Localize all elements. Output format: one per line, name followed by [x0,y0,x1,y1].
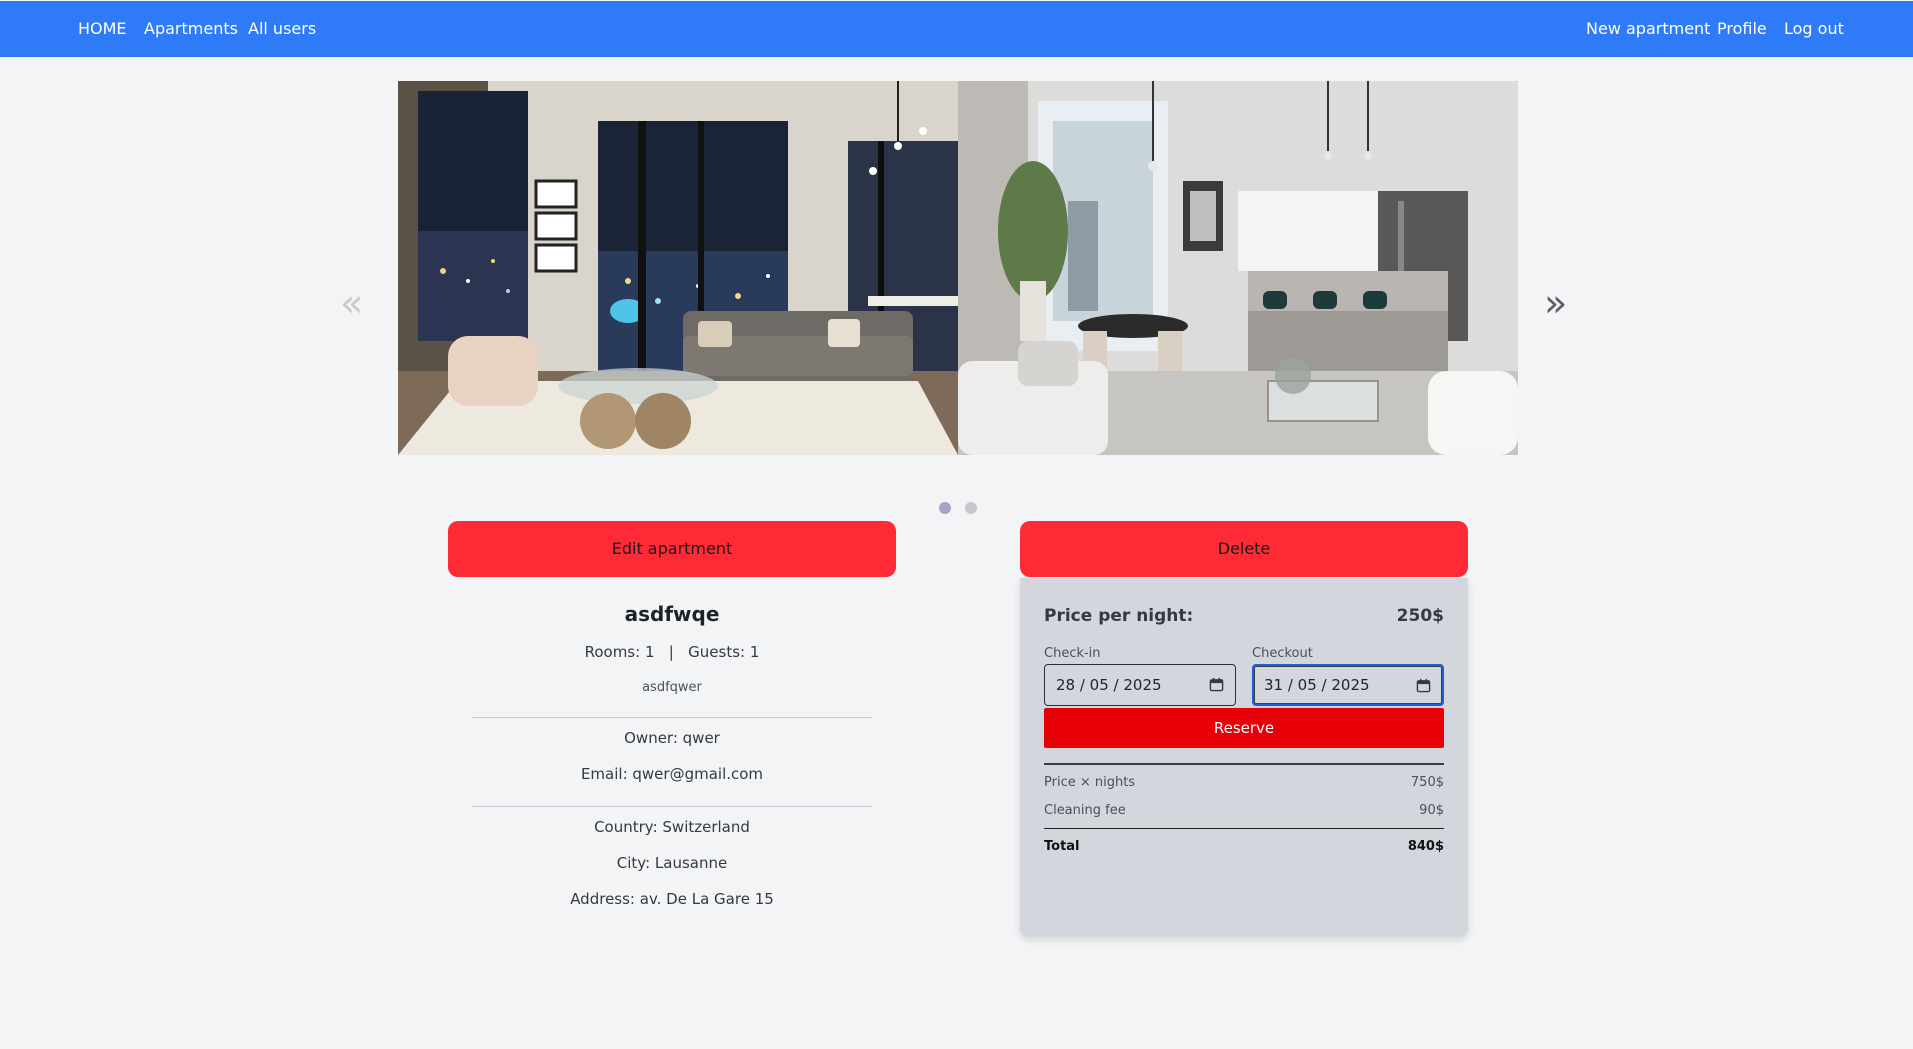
carousel-next-arrow[interactable]: » [1544,278,1567,328]
calendar-icon[interactable] [1209,677,1224,692]
delete-button[interactable]: Delete [1020,521,1468,577]
info-divider [472,806,872,807]
price-per-night-value: 250$ [1396,606,1444,626]
total-label: Total [1044,839,1080,854]
photo-carousel [398,81,1518,455]
checkout-date-value: 31 / 05 / 2025 [1264,676,1370,694]
nav-apartments-link[interactable]: Apartments [144,1,238,57]
nav-home-link[interactable]: HOME [78,1,127,57]
checkin-label: Check-in [1044,646,1101,661]
carousel-slide-living-room-night [398,81,958,455]
price-nights-label: Price × nights [1044,775,1136,790]
carousel-indicator-1[interactable] [939,502,951,514]
nav-all-users-link[interactable]: All users [248,1,316,57]
country-text: Country: Switzerland [594,818,750,836]
nav-profile-link[interactable]: Profile [1717,1,1767,57]
edit-apartment-button[interactable]: Edit apartment [448,521,896,577]
carousel-indicator-2[interactable] [965,502,977,514]
apartment-title: asdfwqe [624,602,720,626]
booking-card: Price per night: 250$ Check-in Checkout … [1020,578,1468,937]
breakdown-divider [1044,763,1444,765]
price-nights-value: 750$ [1410,775,1444,790]
nav-logout-link[interactable]: Log out [1784,1,1844,57]
total-value: 840$ [1407,839,1444,854]
total-divider [1044,828,1444,829]
info-divider [472,717,872,718]
apartment-description: asdfqwer [642,680,702,695]
checkin-date-value: 28 / 05 / 2025 [1056,676,1162,694]
cleaning-fee-value: 90$ [1419,803,1444,818]
calendar-icon[interactable] [1416,678,1431,693]
owner-text: Owner: qwer [624,729,720,747]
carousel-prev-arrow[interactable]: « [340,278,363,328]
top-navbar: HOME Apartments All users New apartment … [0,1,1913,57]
checkout-date-input[interactable]: 31 / 05 / 2025 [1252,664,1444,706]
owner-email-text: Email: qwer@gmail.com [580,765,764,783]
city-text: City: Lausanne [616,854,728,872]
rooms-guests-text: Rooms: 1 | Guests: 1 [584,643,760,661]
price-per-night-label: Price per night: [1044,606,1194,626]
nav-new-apartment-link[interactable]: New apartment [1586,1,1710,57]
carousel-slide-living-room-kitchen [958,81,1518,455]
address-text: Address: av. De La Gare 15 [570,890,774,908]
checkout-label: Checkout [1252,646,1313,661]
cleaning-fee-label: Cleaning fee [1044,803,1126,818]
checkin-date-input[interactable]: 28 / 05 / 2025 [1044,664,1236,706]
reserve-button[interactable]: Reserve [1044,708,1444,748]
